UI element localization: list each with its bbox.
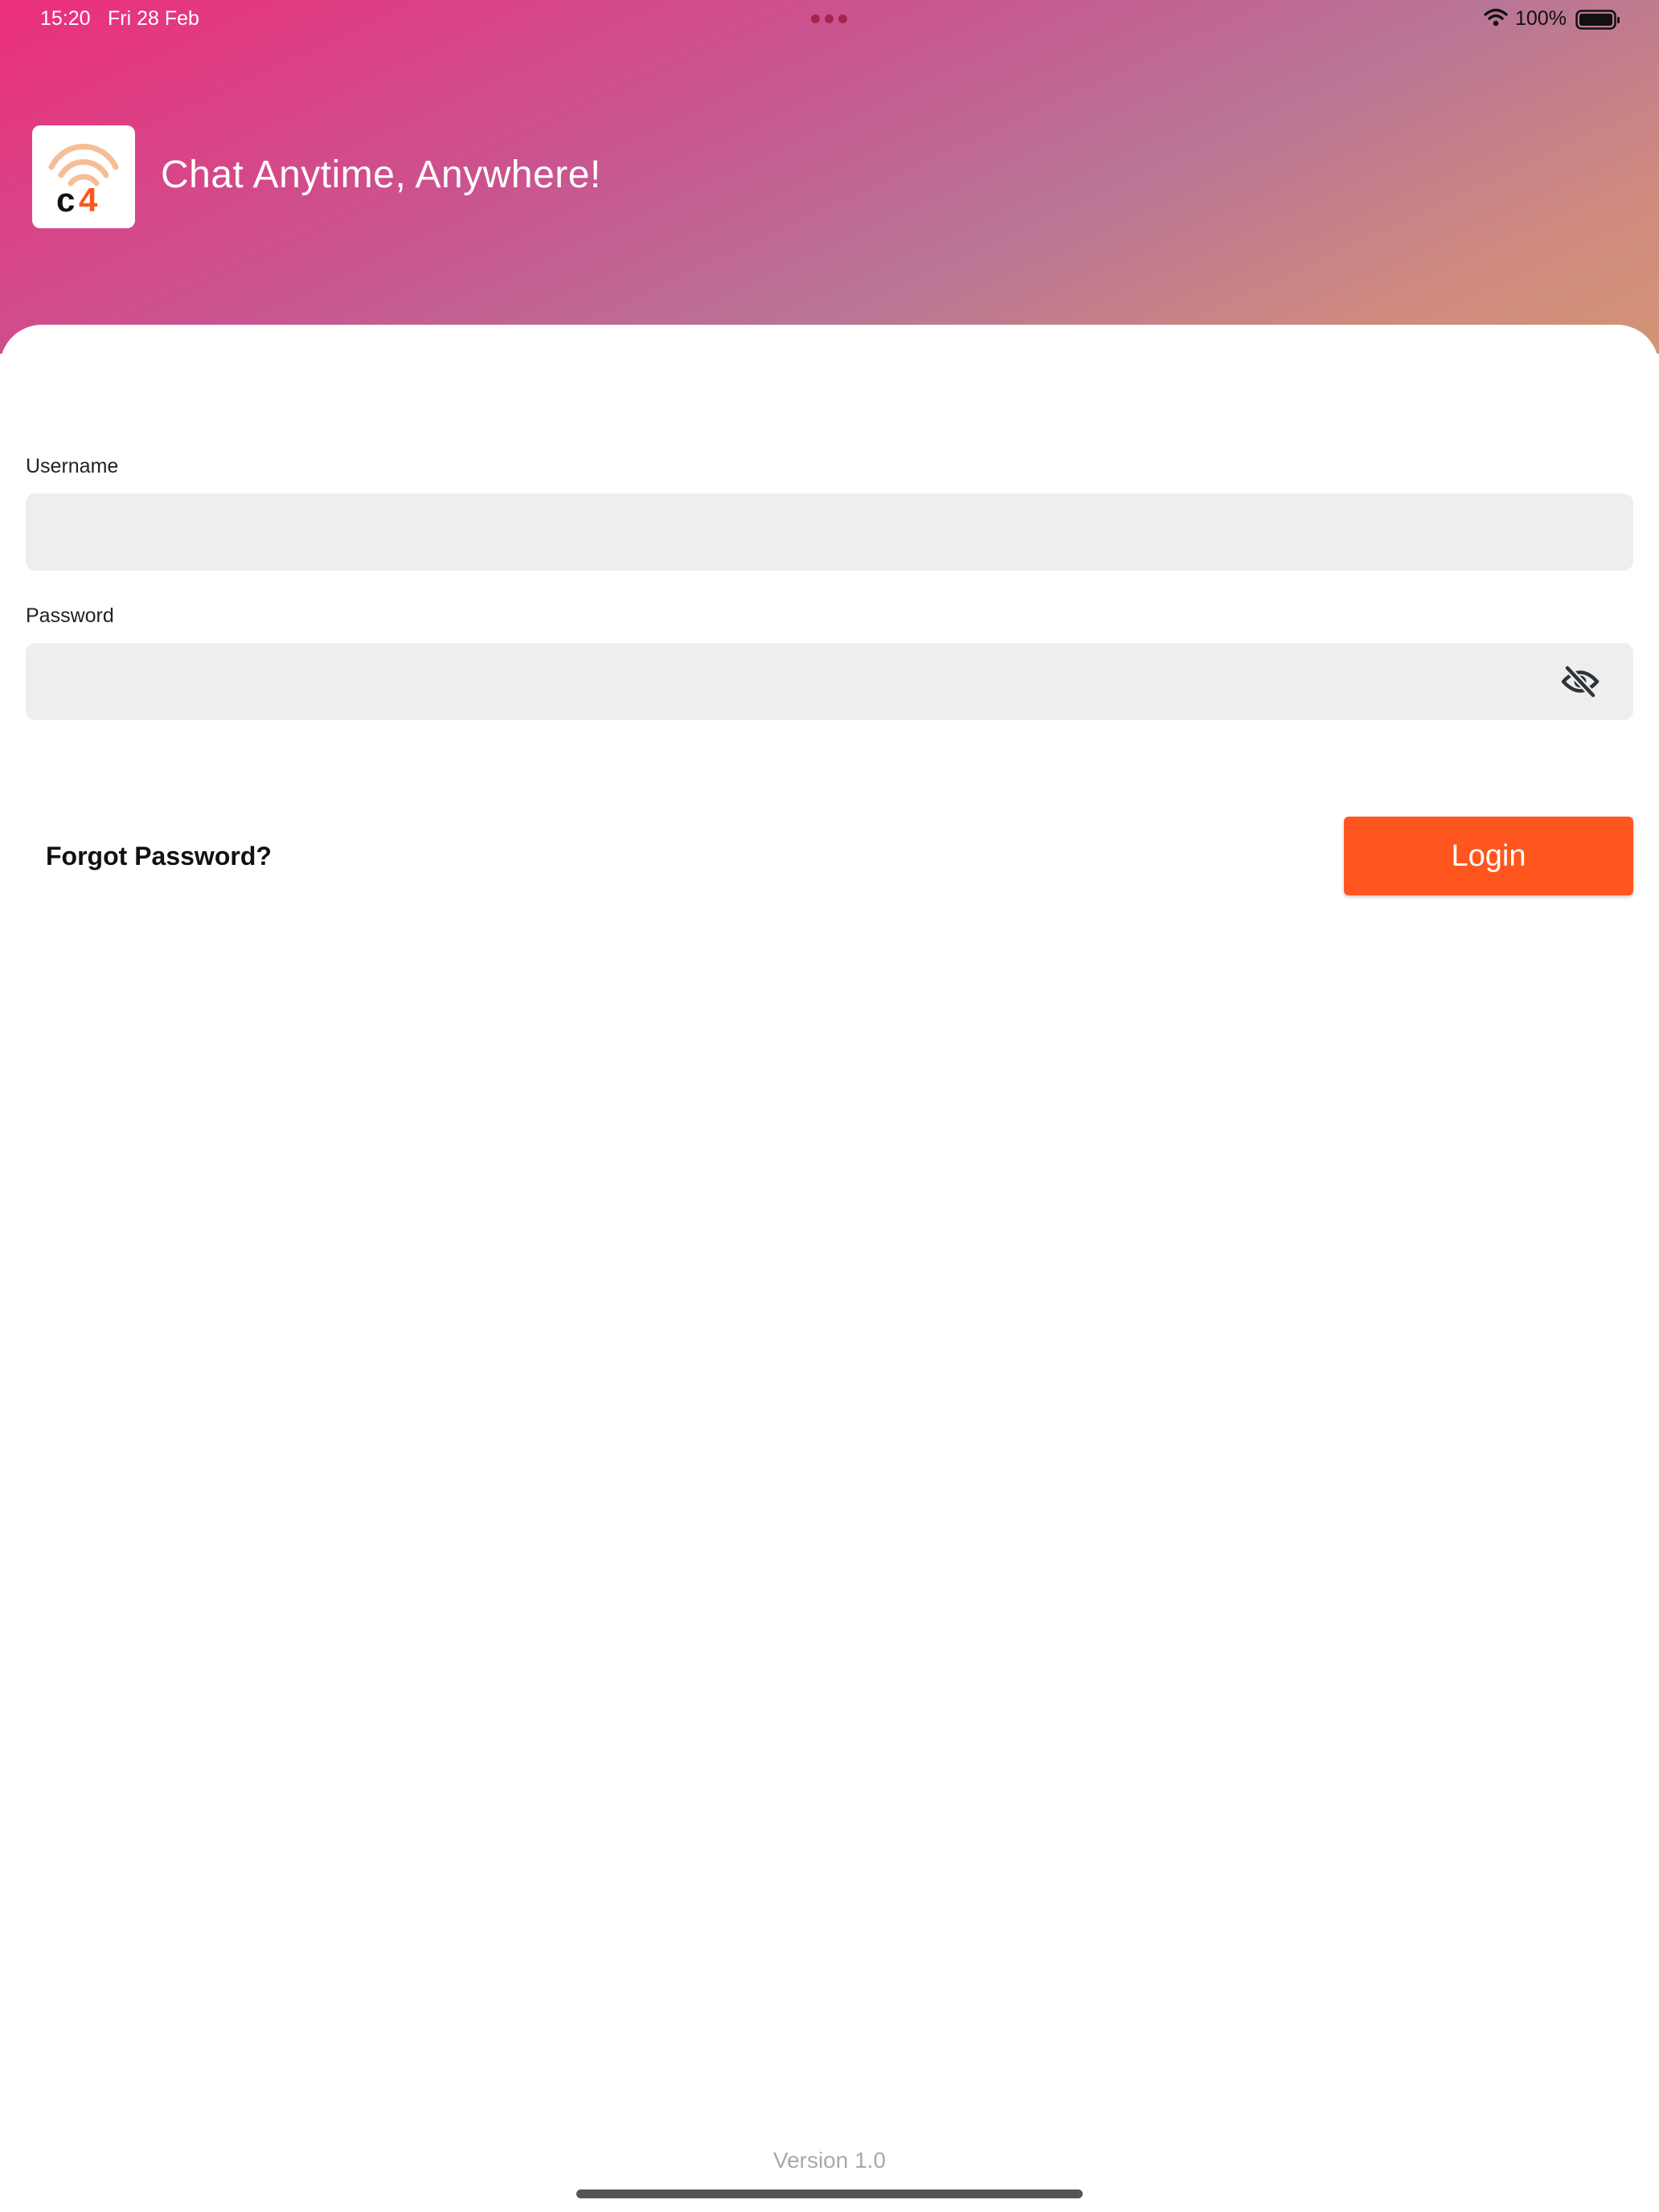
- eye-off-icon[interactable]: [1559, 662, 1601, 701]
- version-label: Version 1.0: [772, 2148, 887, 2173]
- app-logo: c 4: [32, 125, 135, 228]
- forgot-password-link[interactable]: Forgot Password?: [46, 842, 272, 871]
- multitasking-dots-icon[interactable]: [811, 14, 847, 23]
- username-label: Username: [26, 455, 119, 477]
- home-indicator[interactable]: [576, 2189, 1083, 2198]
- username-input[interactable]: [26, 494, 1633, 571]
- svg-text:c: c: [56, 181, 75, 219]
- battery-icon: [1575, 10, 1620, 30]
- svg-text:4: 4: [79, 181, 98, 219]
- app-tagline: Chat Anytime, Anywhere!: [161, 154, 601, 196]
- status-date: Fri 28 Feb: [108, 7, 199, 30]
- login-sheet: [0, 325, 1659, 2212]
- wifi-icon: [1484, 8, 1508, 27]
- header-banner: 15:20 Fri 28 Feb 100% c 4 Chat Anytime, …: [0, 0, 1659, 354]
- status-time: 15:20: [40, 7, 91, 30]
- status-bar: 15:20 Fri 28 Feb 100%: [0, 0, 1659, 39]
- password-input[interactable]: [26, 643, 1633, 720]
- password-label: Password: [26, 604, 114, 627]
- login-button[interactable]: Login: [1344, 817, 1633, 895]
- battery-percent: 100%: [1515, 7, 1567, 30]
